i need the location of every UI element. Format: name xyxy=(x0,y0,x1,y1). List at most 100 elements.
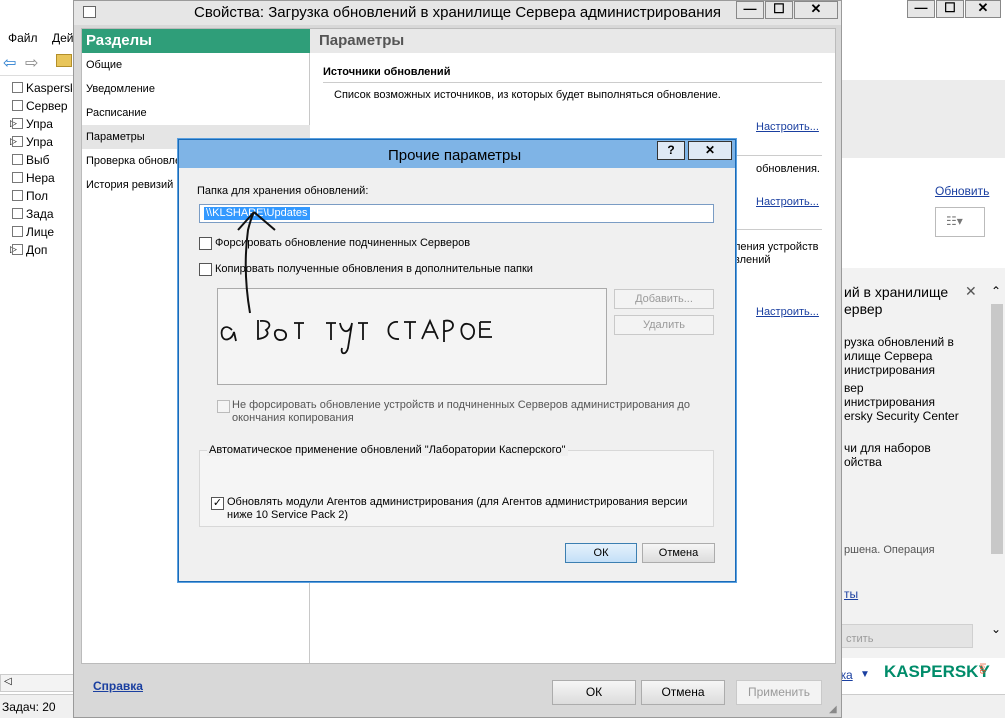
update-agents-checkbox[interactable]: ✓ xyxy=(211,497,224,510)
properties-maximize[interactable]: ☐ xyxy=(765,1,793,19)
folder-label: Папка для хранения обновлений: xyxy=(197,185,369,197)
tree-node-label: Доп xyxy=(26,242,48,257)
detail-line: ersky Security Center xyxy=(844,409,959,423)
help-link[interactable]: Справка xyxy=(93,679,143,693)
detail-link[interactable]: ты xyxy=(844,587,858,601)
license-icon xyxy=(12,226,23,238)
view-mode-dropdown[interactable]: ☷▾ xyxy=(935,207,985,237)
dialog-close-button[interactable]: ✕ xyxy=(688,141,732,160)
update-sources-title: Источники обновлений xyxy=(323,66,451,78)
section-item[interactable]: Расписание xyxy=(82,101,310,125)
tree-node[interactable]: Нера xyxy=(0,170,72,188)
menu-action[interactable]: Дей xyxy=(52,31,74,45)
tree-node[interactable]: Пол xyxy=(0,188,72,206)
content-header: Параметры xyxy=(310,29,835,53)
detail-line: рузка обновлений в xyxy=(844,335,954,349)
task-details-title: ий в хранилище ервер xyxy=(844,284,949,317)
tree-expander-icon[interactable]: ▷ xyxy=(0,136,17,147)
detail-line: илище Сервера xyxy=(844,349,933,363)
detail-line: инистрирования xyxy=(844,395,935,409)
tree-expander-icon[interactable]: ▷ xyxy=(0,244,17,255)
tree-node[interactable]: Зада xyxy=(0,206,72,224)
menu-file[interactable]: Файл xyxy=(8,31,38,45)
refresh-link[interactable]: Обновить xyxy=(935,184,989,198)
section-item[interactable]: Общие xyxy=(82,53,310,77)
bg-window-maximize[interactable]: ☐ xyxy=(936,0,964,18)
group-divider xyxy=(323,82,822,83)
properties-ok-button[interactable]: ОК xyxy=(552,680,636,705)
properties-minimize[interactable]: — xyxy=(736,1,764,19)
scroll-down-icon[interactable]: ⌄ xyxy=(991,622,1001,636)
kaspersky-lab-mark: lab xyxy=(977,663,987,674)
partial-text-1: обновления. xyxy=(756,163,820,175)
panel-close-icon[interactable]: ✕ xyxy=(965,283,977,300)
tree-node[interactable]: Выб xyxy=(0,152,72,170)
back-arrow-icon[interactable]: ⇦ xyxy=(3,53,16,73)
tree-node[interactable]: ▷ Упра xyxy=(0,134,72,152)
add-folder-button[interactable]: Добавить... xyxy=(614,289,714,309)
bg-menu-bar: Файл Дей xyxy=(0,28,80,48)
tree-node[interactable]: ▷ Доп xyxy=(0,242,72,260)
properties-close[interactable]: ✕ xyxy=(794,1,838,19)
properties-titlebar: Свойства: Загрузка обновлений в хранилищ… xyxy=(74,1,841,25)
tree-node-label: Упра xyxy=(26,134,53,149)
tree-node[interactable]: Сервер xyxy=(0,98,72,116)
annotation-arrow xyxy=(244,211,255,314)
forward-arrow-icon[interactable]: ⇨ xyxy=(25,53,38,73)
noforce-checkbox[interactable] xyxy=(217,400,230,413)
dialog-ok-button[interactable]: ОК xyxy=(565,543,637,563)
tree-node-label: Лице xyxy=(26,224,54,239)
tree-node-label: Нера xyxy=(26,170,55,185)
resize-grip-icon[interactable]: ◢ xyxy=(829,704,837,715)
scroll-thumb[interactable] xyxy=(991,304,1003,554)
kaspersky-logo: KASPERSKY xyxy=(884,662,990,681)
handwritten-annotation xyxy=(220,211,492,355)
noforce-label: Не форсировать обновление устройств и по… xyxy=(232,399,690,424)
scroll-left-icon[interactable]: ◁ xyxy=(4,676,12,687)
right-vscroll[interactable]: ⌃ ⌄ xyxy=(988,284,1005,640)
configure-link-1[interactable]: Настроить... xyxy=(756,121,819,133)
properties-cancel-button[interactable]: Отмена xyxy=(641,680,725,705)
bg-window-minimize[interactable]: — xyxy=(907,0,935,18)
bg-window-close[interactable]: ✕ xyxy=(965,0,1001,18)
properties-apply-button[interactable]: Применить xyxy=(736,680,822,705)
dropdown-triangle-icon[interactable]: ▼ xyxy=(860,669,870,680)
tree-expander-icon[interactable]: ▷ xyxy=(0,118,17,129)
phone-icon xyxy=(12,136,23,148)
detail-line: ойства xyxy=(844,455,882,469)
tree-node-label: Пол xyxy=(26,188,49,203)
detail-run-button[interactable]: стить xyxy=(835,624,973,648)
configure-link-2[interactable]: Настроить... xyxy=(756,196,819,208)
properties-title: Свойства: Загрузка обновлений в хранилищ… xyxy=(194,4,721,21)
right-top-gray xyxy=(842,80,1005,158)
server-icon xyxy=(12,100,23,112)
dialog-help-button[interactable]: ? xyxy=(657,141,685,160)
tasks-icon xyxy=(12,208,23,220)
bg-toolbar: ⇦ ⇨ xyxy=(0,50,80,76)
tree-hscroll[interactable]: ◁ xyxy=(0,674,76,692)
delete-folder-button[interactable]: Удалить xyxy=(614,315,714,335)
detail-line: инистрирования xyxy=(844,363,935,377)
unassigned-icon xyxy=(12,172,23,184)
tree-node-label: Kaspersky S xyxy=(26,80,72,95)
dialog-title: Прочие параметры xyxy=(388,147,522,164)
tree-node[interactable]: Kaspersky S xyxy=(0,80,72,98)
partial-text-3: влений xyxy=(734,254,771,266)
section-item[interactable]: Уведомление xyxy=(82,77,310,101)
window-icon xyxy=(83,6,96,18)
update-agents-label[interactable]: Обновлять модули Агентов администрирован… xyxy=(227,496,707,522)
task-details-text: рузка обновлений в илище Сервера инистри… xyxy=(844,335,984,469)
list-view-icon: ☷▾ xyxy=(946,214,963,228)
console-tree: Kaspersky S Сервер ▷ Упра ▷ Упра Выб Нера Пол Зад… xyxy=(0,80,76,670)
tree-node[interactable]: Лице xyxy=(0,224,72,242)
tree-node-label: Упра xyxy=(26,116,53,131)
configure-link-3[interactable]: Настроить... xyxy=(756,306,819,318)
selection-icon xyxy=(12,154,23,166)
folder-up-icon[interactable] xyxy=(56,54,72,67)
dialog-titlebar: Прочие параметры ? ✕ xyxy=(179,140,735,168)
dialog-cancel-button[interactable]: Отмена xyxy=(642,543,715,563)
tree-node[interactable]: ▷ Упра xyxy=(0,116,72,134)
scroll-up-icon[interactable]: ⌃ xyxy=(991,284,1001,298)
partial-text-2: ления устройств xyxy=(734,241,819,253)
tasks-count-status: Задач: 20 xyxy=(2,700,56,714)
